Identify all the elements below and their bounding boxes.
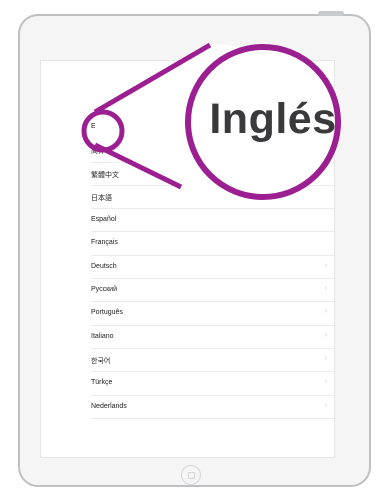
magnifier-callout	[81, 42, 341, 200]
magnified-label: Inglés	[209, 95, 337, 143]
